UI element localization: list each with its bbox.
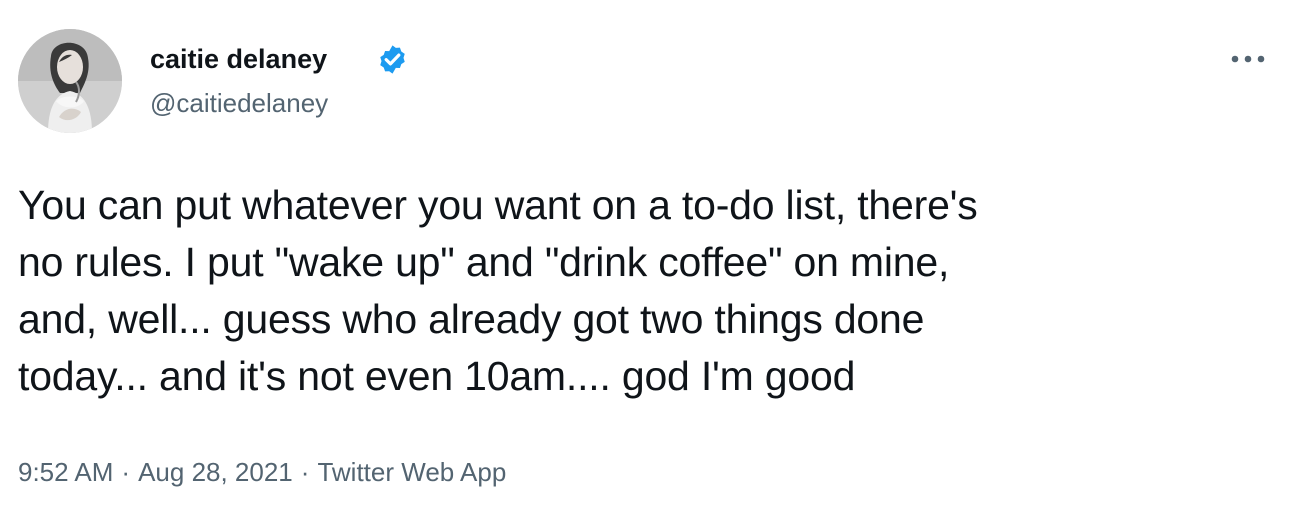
more-horizontal-icon: [1231, 55, 1265, 63]
tweet-time-link[interactable]: 9:52 AM: [18, 457, 113, 487]
tweet-source-link[interactable]: Twitter Web App: [317, 457, 506, 487]
profile-photo: [18, 29, 122, 133]
tweet-text: You can put whatever you want on a to-do…: [18, 182, 978, 399]
tweet-card: caitie delaney @caitiedelaney You can pu…: [0, 0, 1300, 521]
author-handle[interactable]: @caitiedelaney: [150, 87, 328, 119]
meta-separator: ·: [300, 457, 310, 487]
meta-separator: ·: [121, 457, 131, 487]
author-display-name[interactable]: caitie delaney: [150, 42, 327, 76]
more-options-button[interactable]: [1226, 45, 1270, 73]
tweet-metadata: 9:52 AM · Aug 28, 2021 · Twitter Web App: [18, 456, 506, 488]
tweet-date-link[interactable]: Aug 28, 2021: [138, 457, 293, 487]
verified-badge-icon: [376, 43, 409, 76]
avatar[interactable]: [18, 29, 122, 133]
